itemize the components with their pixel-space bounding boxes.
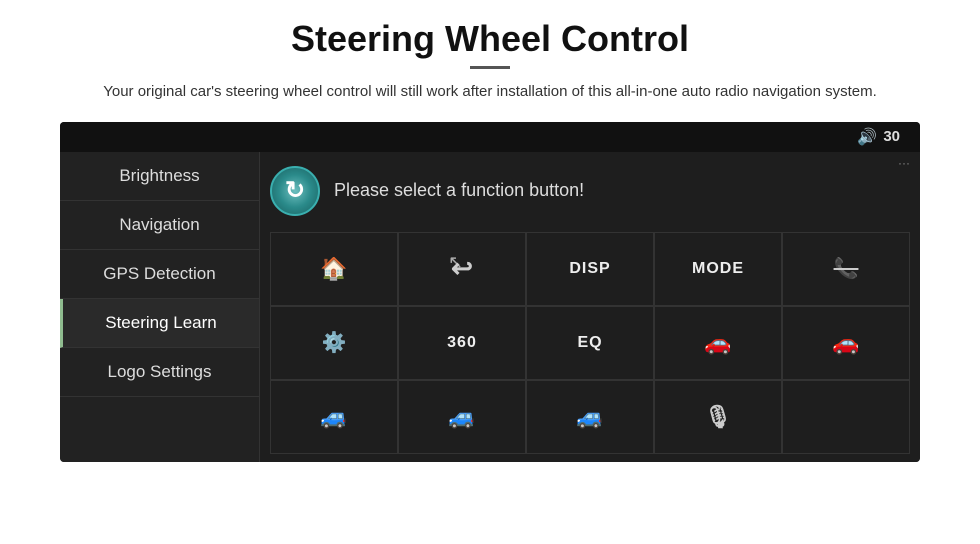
tune-icon: ⚙️ bbox=[322, 330, 347, 355]
page-subtitle: Your original car's steering wheel contr… bbox=[103, 81, 877, 104]
mic-icon: 🎙 bbox=[704, 404, 732, 430]
refresh-button[interactable]: ↻ bbox=[270, 166, 320, 216]
btn-tune[interactable]: ⚙️ bbox=[270, 306, 398, 380]
btn-call-cancel[interactable]: 📞 bbox=[782, 232, 910, 306]
content-area: ↖ ··· ↻ Please select a function button! bbox=[260, 152, 920, 462]
function-grid: 🏠 ↩ DISP MODE 📞 bbox=[270, 232, 910, 454]
title-divider bbox=[470, 66, 510, 69]
btn-back[interactable]: ↩ bbox=[398, 232, 526, 306]
home-icon: 🏠 bbox=[320, 256, 347, 282]
car3-icon: 🚙 bbox=[320, 404, 347, 430]
sidebar-item-gps[interactable]: GPS Detection bbox=[60, 250, 259, 299]
car2-icon: 🚗 bbox=[832, 330, 859, 356]
top-right-icons: ··· bbox=[898, 156, 910, 170]
sidebar-item-brightness[interactable]: Brightness bbox=[60, 152, 259, 201]
car-screen: 🔊 30 Brightness Navigation GPS Detection… bbox=[60, 122, 920, 462]
volume-icon: 🔊 bbox=[857, 127, 877, 147]
call-cancel-icon: 📞 bbox=[834, 256, 859, 281]
volume-value: 30 bbox=[883, 128, 900, 145]
btn-car4[interactable]: 🚙 bbox=[398, 380, 526, 454]
sidebar-item-navigation[interactable]: Navigation bbox=[60, 201, 259, 250]
sidebar-item-steering-learn[interactable]: Steering Learn bbox=[60, 299, 259, 348]
back-icon: ↩ bbox=[451, 253, 473, 284]
btn-car5[interactable]: 🚙 bbox=[526, 380, 654, 454]
car1-icon: 🚗 bbox=[704, 330, 731, 356]
btn-home[interactable]: 🏠 bbox=[270, 232, 398, 306]
btn-mic[interactable]: 🎙 bbox=[654, 380, 782, 454]
btn-car1[interactable]: 🚗 bbox=[654, 306, 782, 380]
prompt-text: Please select a function button! bbox=[334, 180, 584, 201]
screen-topbar: 🔊 30 bbox=[60, 122, 920, 152]
refresh-icon: ↻ bbox=[285, 176, 305, 205]
btn-360[interactable]: 360 bbox=[398, 306, 526, 380]
btn-mode[interactable]: MODE bbox=[654, 232, 782, 306]
menu-sidebar: Brightness Navigation GPS Detection Stee… bbox=[60, 152, 260, 462]
car5-icon: 🚙 bbox=[576, 404, 603, 430]
header-row: ↻ Please select a function button! bbox=[270, 160, 910, 222]
btn-car2[interactable]: 🚗 bbox=[782, 306, 910, 380]
small-dots: ··· bbox=[898, 156, 910, 170]
btn-car3[interactable]: 🚙 bbox=[270, 380, 398, 454]
btn-disp[interactable]: DISP bbox=[526, 232, 654, 306]
sidebar-item-logo[interactable]: Logo Settings bbox=[60, 348, 259, 397]
btn-eq[interactable]: EQ bbox=[526, 306, 654, 380]
screen-main: Brightness Navigation GPS Detection Stee… bbox=[60, 152, 920, 462]
car4-icon: 🚙 bbox=[448, 404, 475, 430]
btn-empty bbox=[782, 380, 910, 454]
page-title: Steering Wheel Control bbox=[291, 18, 689, 60]
